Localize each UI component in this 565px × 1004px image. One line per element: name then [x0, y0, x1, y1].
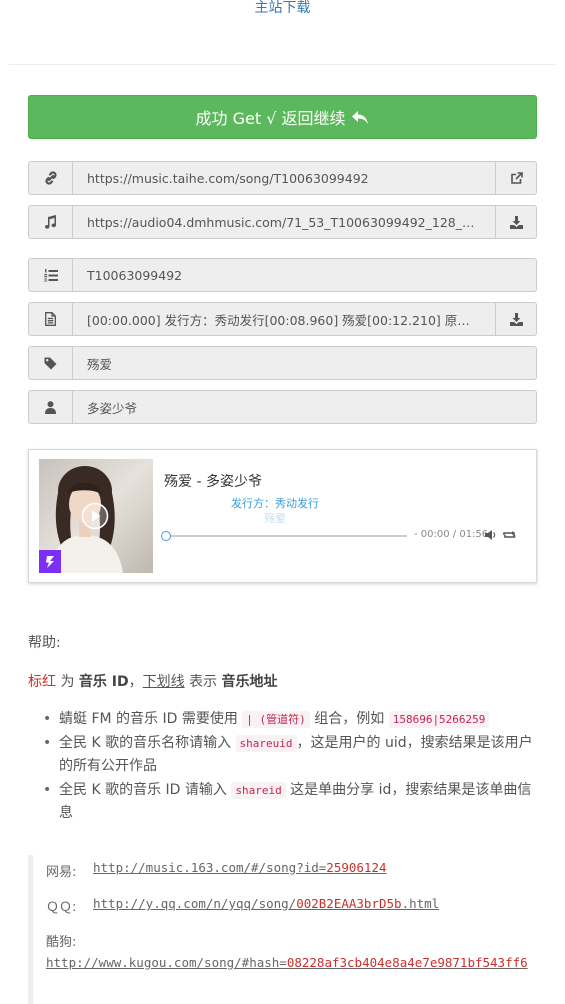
download-audio-button[interactable] [495, 206, 536, 238]
title-field[interactable]: 殇爱 [73, 347, 536, 379]
list-item: 全民 K 歌的音乐名称请输入 shareuid，这是用户的 uid，搜索结果是该… [28, 732, 537, 779]
title-group: 殇爱 [28, 346, 537, 380]
audio-url-field[interactable]: https://audio04.dmhmusic.com/71_53_T1006… [73, 206, 495, 238]
legend-is-text: 为 [60, 674, 75, 690]
author-field[interactable]: 多姿少爷 [73, 391, 536, 423]
help-legend: 标红 为 音乐 ID，下划线 表示 音乐地址 [28, 671, 278, 691]
author-group: 多姿少爷 [28, 390, 537, 424]
album-cover[interactable] [39, 459, 153, 573]
legend-means-text: 表示 [189, 674, 218, 690]
lyric-current-line: 发行方：秀动发行 [231, 497, 319, 510]
legend-red-text: 标红 [28, 674, 56, 690]
song-url-field[interactable]: https://music.taihe.com/song/T1006309949… [73, 162, 495, 194]
platform-logo-icon [39, 550, 61, 573]
legend-music-address: 音乐地址 [221, 674, 278, 690]
success-return-button[interactable]: 成功 Get √ 返回继续 [28, 95, 537, 139]
list-item: 全民 K 歌的音乐 ID 请输入 shareid 这是单曲分享 id，搜索结果是… [28, 779, 537, 826]
player-time: - 00:00 / 01:56 [414, 529, 489, 540]
player-song-title: 殇爱 - 多姿少爷 [164, 474, 262, 490]
progress-bar[interactable] [161, 531, 407, 541]
netease-label: 网易: [46, 865, 77, 880]
qq-label: ＱＱ: [46, 900, 77, 915]
external-link-icon [510, 171, 523, 184]
music-icon [29, 206, 73, 238]
tag-icon [29, 347, 73, 379]
kugou-label: 酷狗: [46, 935, 77, 950]
song-url-group: https://music.taihe.com/song/T1006309949… [28, 161, 537, 195]
qq-example-link[interactable]: http://y.qq.com/n/yqq/song/002B2EAA3brD5… [93, 896, 439, 911]
list-ol-icon [29, 259, 73, 291]
success-button-label: 成功 Get √ 返回继续 [195, 109, 346, 128]
list-item: 蜻蜓 FM 的音乐 ID 需要使用 | (管道符) 组合，例如 158696|5… [28, 708, 537, 732]
music-player: 殇爱 - 多姿少爷 发行方：秀动发行 殇爱 - 00:00 / 01:56 [28, 449, 537, 583]
help-title: 帮助: [28, 635, 61, 651]
progress-knob[interactable] [161, 531, 171, 541]
kugou-example-link[interactable]: http://www.kugou.com/song/#hash=08228af3… [46, 952, 542, 973]
download-icon [509, 215, 523, 229]
reply-icon [352, 110, 369, 124]
code-shareuid: shareuid [235, 734, 297, 752]
code-example: 158696|5266259 [388, 711, 490, 728]
help-tips-list: 蜻蜓 FM 的音乐 ID 需要使用 | (管道符) 组合，例如 158696|5… [28, 708, 537, 826]
divider [9, 64, 556, 65]
legend-underline-text: 下划线 [142, 674, 185, 690]
main-site-download-link[interactable]: 主站下载 [0, 0, 565, 17]
audio-url-group: https://audio04.dmhmusic.com/71_53_T1006… [28, 205, 537, 239]
legend-comma: ， [128, 674, 143, 690]
download-lyrics-button[interactable] [495, 303, 536, 335]
user-icon [29, 391, 73, 423]
code-shareid: shareid [231, 781, 286, 799]
lyric-next-line: 殇爱 [264, 512, 286, 525]
volume-icon[interactable] [485, 529, 497, 541]
song-id-group: T10063099492 [28, 258, 537, 292]
loop-icon[interactable] [503, 530, 516, 540]
song-id-field[interactable]: T10063099492 [73, 259, 536, 291]
code-pipe: | (管道符) [242, 711, 310, 728]
lyrics-group: [00:00.000] 发行方：秀动发行[00:08.960] 殇爱[00:12… [28, 302, 537, 336]
legend-music-id: 音乐 ID [78, 674, 129, 690]
open-link-button[interactable] [495, 162, 536, 194]
file-text-icon [29, 303, 73, 335]
link-icon [29, 162, 73, 194]
lyrics-field[interactable]: [00:00.000] 发行方：秀动发行[00:08.960] 殇爱[00:12… [73, 303, 495, 335]
play-icon[interactable] [81, 502, 109, 530]
examples-blockquote: 网易: http://music.163.com/#/song?id=25906… [28, 855, 537, 1004]
netease-example-link[interactable]: http://music.163.com/#/song?id=25906124 [93, 860, 387, 875]
download-icon [509, 312, 523, 326]
